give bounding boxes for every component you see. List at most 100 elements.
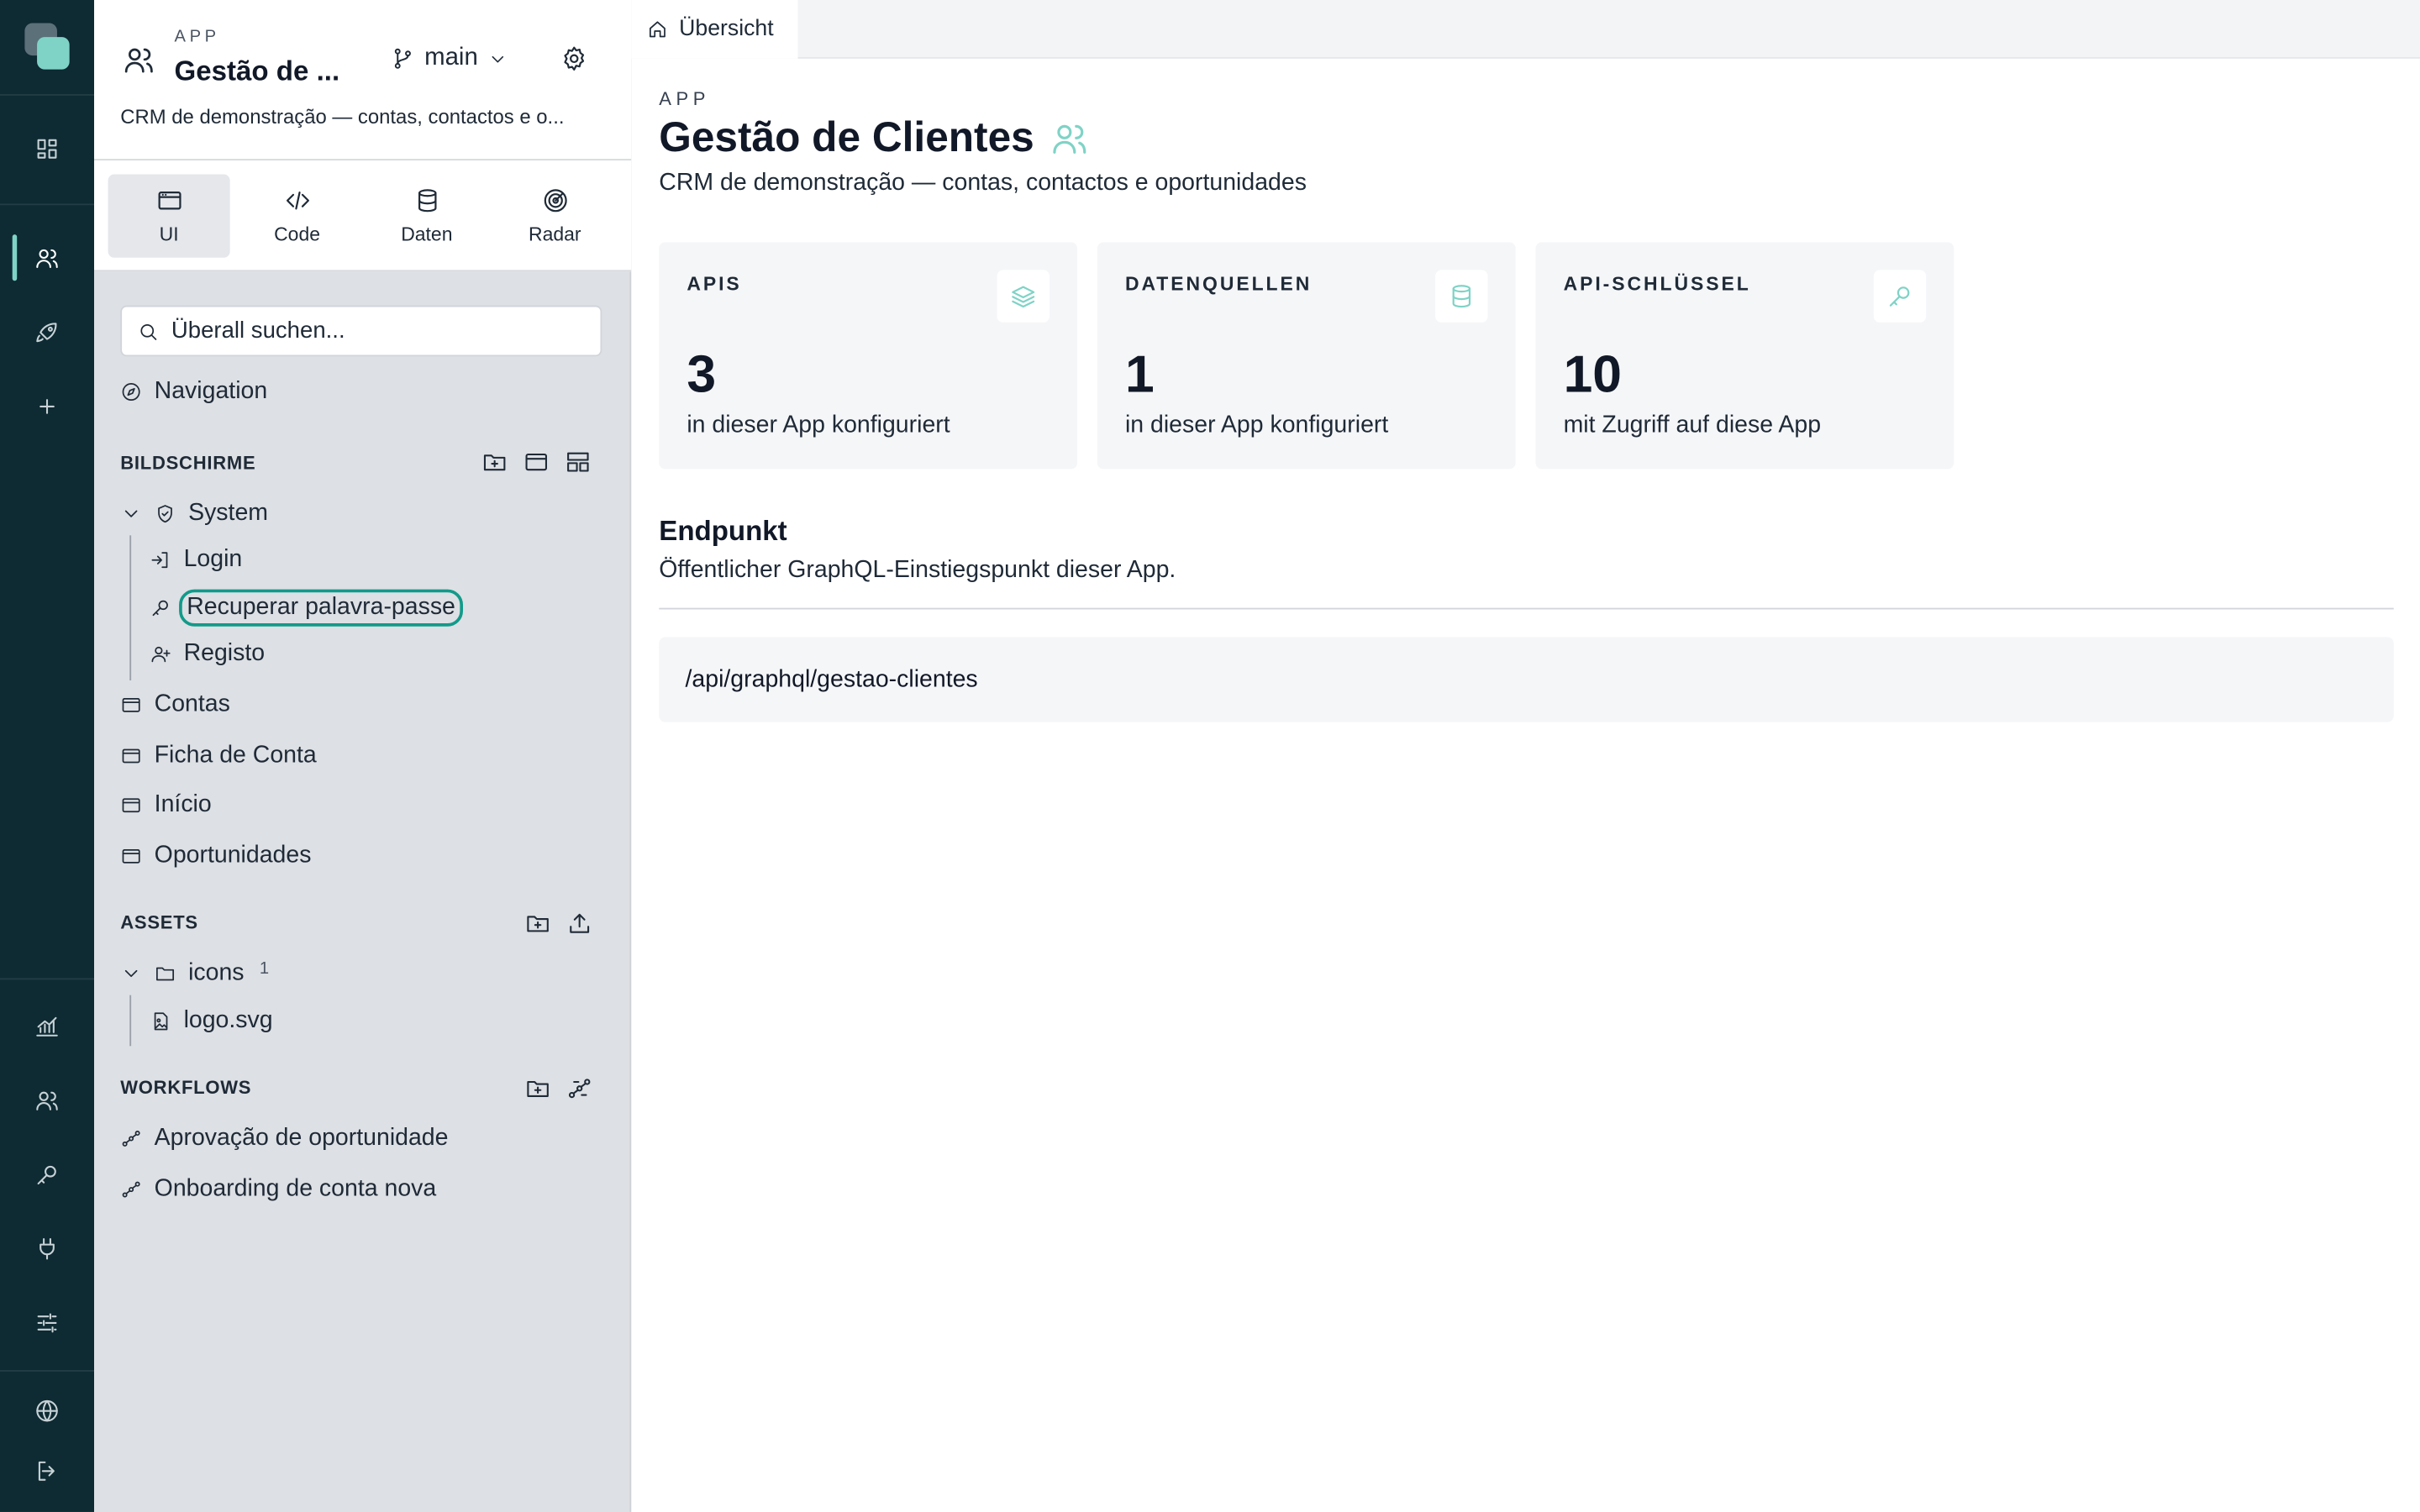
window-icon bbox=[122, 698, 140, 712]
screen-item-ficha[interactable]: Ficha de Conta bbox=[120, 742, 317, 769]
tab-label: Radar bbox=[529, 223, 581, 246]
nav-label: Navigation bbox=[154, 377, 268, 405]
team-icon[interactable] bbox=[22, 1075, 73, 1126]
database-icon bbox=[418, 189, 436, 213]
tree-group-system[interactable]: System bbox=[120, 500, 268, 528]
asset-folder-icons[interactable]: icons 1 bbox=[120, 959, 269, 987]
workflow-icon[interactable] bbox=[566, 1075, 592, 1101]
workflow-item-onboarding[interactable]: Onboarding de conta nova bbox=[120, 1176, 436, 1204]
workflow-icon bbox=[122, 1131, 140, 1147]
database-icon bbox=[1435, 270, 1488, 323]
folder-label: icons bbox=[188, 959, 245, 986]
branch-selector[interactable]: main bbox=[391, 45, 508, 72]
user-plus-icon bbox=[151, 646, 171, 663]
nav-item-navigation[interactable]: Navigation bbox=[120, 378, 267, 406]
new-screen-icon[interactable] bbox=[523, 449, 550, 475]
template-icon[interactable] bbox=[565, 449, 591, 475]
rocket-icon[interactable] bbox=[22, 307, 73, 359]
workflow-item-aprovacao[interactable]: Aprovação de oportunidade bbox=[120, 1125, 448, 1152]
tab-bar bbox=[631, 0, 2420, 59]
plus-icon[interactable] bbox=[22, 381, 73, 433]
screen-item-inicio[interactable]: Início bbox=[120, 791, 212, 819]
divider bbox=[659, 607, 2394, 610]
users-icon[interactable] bbox=[22, 233, 73, 284]
card-label: APIS bbox=[687, 273, 742, 295]
screen-item-registo[interactable]: Registo bbox=[150, 640, 265, 668]
page-title-row: Gestão de Clientes bbox=[659, 114, 1090, 162]
group-label: System bbox=[188, 500, 269, 527]
git-branch-icon bbox=[394, 48, 411, 69]
workflow-label: Aprovação de oportunidade bbox=[154, 1124, 449, 1152]
screen-item-oportunidades[interactable]: Oportunidades bbox=[120, 843, 311, 870]
tab-label: Code bbox=[274, 223, 321, 246]
compass-icon bbox=[122, 383, 140, 402]
chevron-down-icon bbox=[491, 55, 503, 62]
analytics-icon[interactable] bbox=[22, 1001, 73, 1053]
tab-label: Übersicht bbox=[679, 17, 774, 42]
assets-actions bbox=[524, 911, 592, 937]
home-icon bbox=[650, 21, 666, 38]
users-icon bbox=[122, 43, 155, 76]
folder-count: 1 bbox=[259, 959, 270, 979]
app-rail bbox=[0, 0, 95, 1512]
sliders-icon[interactable] bbox=[22, 1298, 73, 1349]
page-description: CRM de demonstração — contas, contactos … bbox=[659, 170, 1307, 197]
workflow-label: Onboarding de conta nova bbox=[154, 1175, 437, 1202]
screen-label: Contas bbox=[154, 690, 230, 718]
chevron-down-icon bbox=[124, 510, 138, 517]
dashboard-icon[interactable] bbox=[22, 123, 73, 175]
users-icon bbox=[1053, 123, 1086, 153]
section-heading-screens: BILDSCHIRME bbox=[120, 452, 256, 474]
plug-icon[interactable] bbox=[22, 1224, 73, 1275]
card-subtext: in dieser App konfiguriert bbox=[687, 412, 950, 438]
tab-code[interactable]: Code bbox=[236, 175, 358, 258]
screen-label: Login bbox=[183, 546, 243, 573]
screen-item-login[interactable]: Login bbox=[150, 546, 242, 574]
asset-file-logo[interactable]: logo.svg bbox=[150, 1007, 273, 1035]
image-file-icon bbox=[154, 1012, 168, 1031]
logo[interactable] bbox=[24, 23, 71, 73]
screens-actions bbox=[481, 449, 591, 475]
tab-radar[interactable]: Radar bbox=[494, 175, 616, 258]
screen-label: Oportunidades bbox=[154, 842, 312, 869]
section-heading-assets: ASSETS bbox=[120, 911, 198, 934]
window-icon bbox=[122, 748, 140, 764]
screen-label: Registo bbox=[183, 640, 266, 667]
key-icon[interactable] bbox=[22, 1149, 73, 1200]
page-kicker: APP bbox=[659, 87, 710, 110]
card-subtext: in dieser App konfiguriert bbox=[1124, 412, 1389, 438]
stat-card-apis: APIS 3 in dieser App konfiguriert bbox=[659, 242, 1078, 470]
globe-icon[interactable] bbox=[22, 1385, 73, 1436]
card-value: 10 bbox=[1563, 345, 1623, 405]
folder-icon bbox=[156, 967, 175, 981]
upload-icon[interactable] bbox=[566, 911, 592, 937]
card-label: DATENQUELLEN bbox=[1124, 273, 1313, 295]
search-input[interactable]: Überall suchen... bbox=[120, 305, 602, 357]
app-header: APP Gestão de ... main CRM de demonstraç… bbox=[94, 0, 632, 161]
tab-label: UI bbox=[159, 223, 179, 246]
new-folder-icon[interactable] bbox=[481, 449, 508, 475]
workflow-icon bbox=[122, 1181, 140, 1198]
app-name: Gestão de ... bbox=[174, 55, 340, 87]
explorer-panel: APP Gestão de ... main CRM de demonstraç… bbox=[94, 0, 632, 1512]
search-icon bbox=[140, 323, 157, 339]
section-heading-workflows: WORKFLOWS bbox=[120, 1077, 252, 1099]
logout-icon[interactable] bbox=[22, 1446, 73, 1497]
file-label: logo.svg bbox=[183, 1007, 273, 1034]
screen-item-recuperar[interactable]: Recuperar palavra-passe bbox=[150, 589, 464, 627]
card-label: API-SCHLÜSSEL bbox=[1563, 273, 1751, 295]
radar-icon bbox=[543, 189, 566, 213]
screen-item-contas[interactable]: Contas bbox=[120, 691, 230, 719]
tab-daten[interactable]: Daten bbox=[366, 175, 487, 258]
window-icon bbox=[157, 192, 181, 210]
new-folder-icon[interactable] bbox=[524, 911, 550, 937]
page-title: Gestão de Clientes bbox=[659, 113, 1034, 161]
chevron-down-icon bbox=[124, 969, 138, 978]
tab-ui[interactable]: UI bbox=[108, 174, 230, 258]
gear-icon[interactable] bbox=[560, 45, 588, 72]
endpoint-url[interactable]: /api/graphql/gestao-clientes bbox=[659, 637, 2394, 722]
tab-ubersicht[interactable]: Übersicht bbox=[631, 0, 798, 59]
new-folder-icon[interactable] bbox=[524, 1075, 550, 1101]
shield-icon bbox=[158, 505, 172, 523]
tab-label: Daten bbox=[401, 223, 453, 246]
